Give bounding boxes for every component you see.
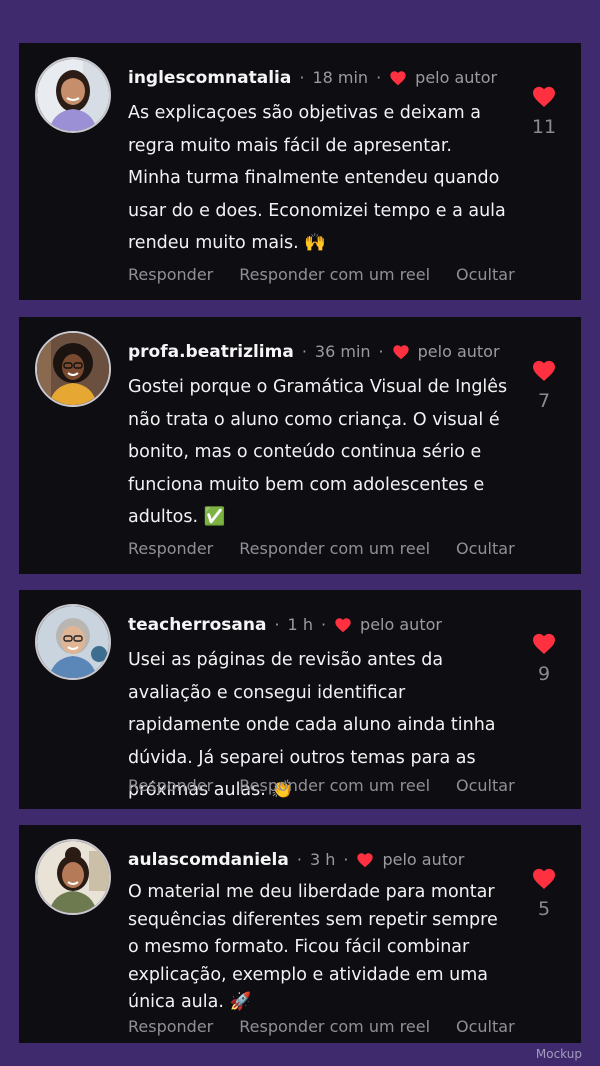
heart-icon [335, 618, 351, 633]
reply-button[interactable]: Responder [128, 776, 213, 795]
separator: · [301, 342, 307, 361]
hide-button[interactable]: Ocultar [456, 265, 515, 284]
heart-icon [390, 71, 406, 86]
comment-text: O material me deu liberdade para montar … [128, 882, 498, 1012]
heart-icon[interactable] [531, 85, 557, 108]
liked-by-author-label: pelo autor [417, 342, 500, 361]
timestamp: 36 min [314, 342, 371, 361]
reply-with-reel-button[interactable]: Responder com um reel [239, 265, 430, 284]
reply-button[interactable]: Responder [128, 539, 213, 558]
comment-card: teacherrosana · 1 h · pelo autor Usei as… [19, 590, 581, 809]
comment-actions: Responder Responder com um reel Ocultar [128, 1017, 541, 1036]
like-button[interactable]: 7 [531, 359, 557, 412]
like-button[interactable]: 5 [531, 867, 557, 920]
username[interactable]: aulascomdaniela [128, 849, 289, 871]
like-count: 7 [537, 390, 551, 412]
comment-text: Gostei porque o Gramática Visual de Ingl… [128, 377, 508, 527]
comment-meta: aulascomdaniela · 3 h · pelo autor [128, 849, 464, 871]
comment-meta: inglescomnatalia · 18 min · pelo autor [128, 67, 497, 89]
heart-icon[interactable] [531, 632, 557, 655]
like-button[interactable]: 9 [531, 632, 557, 685]
separator: · [320, 615, 327, 634]
username[interactable]: profa.beatrizlima [128, 341, 294, 363]
hide-button[interactable]: Ocultar [456, 539, 515, 558]
avatar[interactable] [35, 604, 111, 680]
liked-by-author-label: pelo autor [415, 68, 498, 87]
heart-icon[interactable] [531, 359, 557, 382]
timestamp: 1 h [287, 615, 313, 634]
watermark: Mockup [535, 1047, 582, 1061]
timestamp: 18 min [312, 68, 369, 87]
separator: · [376, 68, 382, 87]
comment-text: As explicaçoes são objetivas e deixam a … [128, 103, 506, 253]
reply-with-reel-button[interactable]: Responder com um reel [239, 1017, 430, 1036]
separator: · [299, 68, 305, 87]
separator: · [274, 615, 280, 634]
avatar[interactable] [35, 839, 111, 915]
comment-card: inglescomnatalia · 18 min · pelo autor A… [19, 43, 581, 300]
like-count: 5 [537, 898, 551, 920]
separator: · [296, 850, 302, 869]
heart-icon[interactable] [531, 867, 557, 890]
hide-button[interactable]: Ocultar [456, 776, 515, 795]
like-count: 11 [531, 116, 557, 138]
username[interactable]: inglescomnatalia [128, 67, 291, 89]
comment-actions: Responder Responder com um reel Ocultar [128, 776, 541, 795]
separator: · [343, 850, 349, 869]
avatar[interactable] [35, 57, 111, 133]
heart-icon [357, 853, 374, 868]
reply-with-reel-button[interactable]: Responder com um reel [239, 539, 430, 558]
comment-actions: Responder Responder com um reel Ocultar [128, 539, 541, 558]
separator: · [378, 342, 384, 361]
liked-by-author-label: pelo autor [360, 615, 442, 634]
comment-meta: profa.beatrizlima · 36 min · pelo autor [128, 341, 500, 363]
reply-with-reel-button[interactable]: Responder com um reel [239, 776, 430, 795]
like-button[interactable]: 11 [531, 85, 557, 138]
reply-button[interactable]: Responder [128, 265, 213, 284]
reply-button[interactable]: Responder [128, 1017, 213, 1036]
username[interactable]: teacherrosana [128, 614, 266, 636]
comment-meta: teacherrosana · 1 h · pelo autor [128, 614, 442, 636]
avatar[interactable] [35, 331, 111, 407]
hide-button[interactable]: Ocultar [456, 1017, 515, 1036]
comment-card: aulascomdaniela · 3 h · pelo autor O mat… [19, 825, 581, 1043]
timestamp: 3 h [309, 850, 336, 869]
liked-by-author-label: pelo autor [382, 850, 465, 869]
heart-icon [392, 345, 409, 360]
comment-card: profa.beatrizlima · 36 min · pelo autor … [19, 317, 581, 574]
like-count: 9 [537, 663, 551, 685]
comment-actions: Responder Responder com um reel Ocultar [128, 265, 541, 284]
